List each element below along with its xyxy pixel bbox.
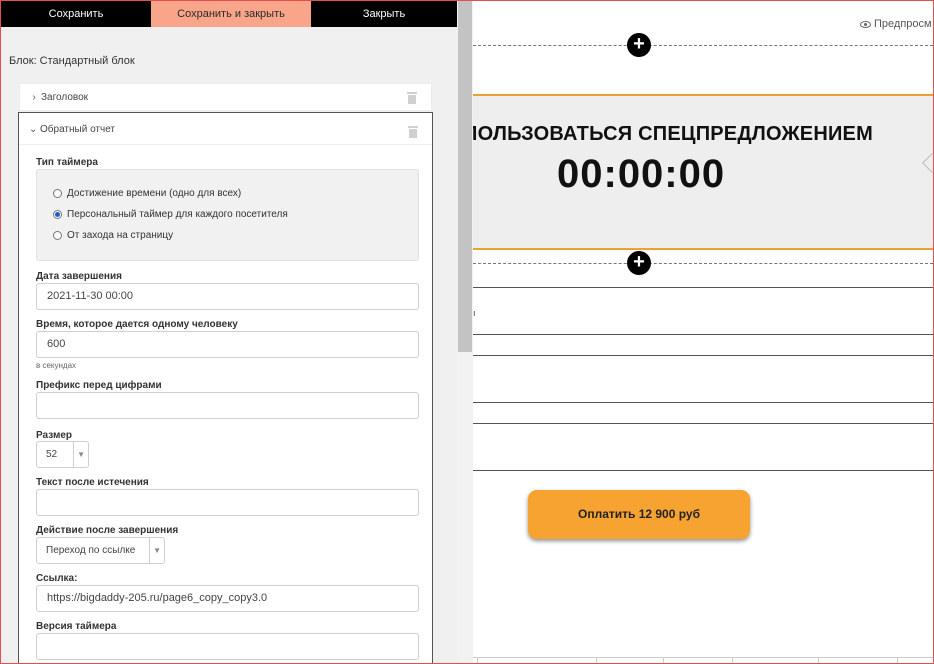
timer-type-option-fixed[interactable]: Достижение времени (одно для всех) bbox=[53, 188, 241, 199]
prefix-input[interactable] bbox=[36, 392, 419, 419]
section-heading[interactable]: › Заголовок bbox=[19, 83, 432, 111]
section-countdown-toggle[interactable]: ⌄ Обратный отчет bbox=[29, 124, 115, 135]
countdown-value: 00:00:00 bbox=[557, 152, 726, 196]
scrollbar[interactable] bbox=[457, 1, 473, 663]
size-label: Размер bbox=[36, 430, 73, 441]
pay-button[interactable]: Оплатить 12 900 руб bbox=[528, 490, 750, 539]
divider bbox=[473, 402, 933, 403]
countdown-block[interactable]: ПОЛЬЗОВАТЬСЯ СПЕЦПРЕДЛОЖЕНИЕМ 00:00:00 bbox=[473, 94, 933, 250]
timer-version-label: Версия таймера bbox=[36, 621, 117, 632]
link-input[interactable]: https://bigdaddy-205.ru/page6_copy_copy3… bbox=[36, 585, 419, 612]
divider bbox=[473, 423, 933, 424]
divider bbox=[19, 144, 432, 145]
divider bbox=[473, 470, 933, 471]
section-heading-toggle[interactable]: › Заголовок bbox=[30, 92, 88, 103]
radio-button-selected[interactable] bbox=[53, 210, 62, 219]
preview-label: Предпросм bbox=[874, 18, 932, 30]
save-and-close-button[interactable]: Сохранить и закрыть bbox=[151, 1, 311, 27]
after-action-select-value: Переход по ссылке bbox=[46, 545, 136, 556]
section-heading-label: Заголовок bbox=[41, 92, 89, 103]
prefix-label: Префикс перед цифрами bbox=[36, 380, 162, 391]
after-text-label: Текст после истечения bbox=[36, 477, 149, 488]
time-per-person-hint: в секундах bbox=[36, 361, 77, 370]
chevron-down-icon: ▼ bbox=[153, 546, 161, 555]
timer-type-group: Достижение времени (одно для всех) Персо… bbox=[36, 169, 419, 261]
section-countdown-label: Обратный отчет bbox=[40, 124, 116, 135]
chevron-down-icon: ▼ bbox=[77, 450, 85, 459]
preview-link[interactable]: Предпросм bbox=[860, 18, 932, 30]
size-select[interactable]: 52 ▼ bbox=[36, 441, 89, 468]
block-boundary bbox=[473, 263, 933, 264]
block-boundary bbox=[473, 45, 933, 46]
end-date-input[interactable]: 2021-11-30 00:00 bbox=[36, 283, 419, 310]
end-date-label: Дата завершения bbox=[36, 271, 122, 282]
timer-type-option-label: Персональный таймер для каждого посетите… bbox=[67, 209, 288, 220]
trash-icon[interactable] bbox=[407, 92, 417, 104]
radio-button[interactable] bbox=[53, 231, 62, 240]
divider bbox=[473, 334, 933, 335]
timer-type-option-label: Достижение времени (одно для всех) bbox=[67, 188, 242, 199]
add-block-icon[interactable]: + bbox=[627, 251, 651, 275]
radio-button[interactable] bbox=[53, 189, 62, 198]
close-button[interactable]: Закрыть bbox=[311, 1, 457, 27]
eye-icon bbox=[860, 20, 871, 28]
timer-version-input[interactable] bbox=[36, 633, 419, 660]
timer-type-option-label: От захода на страницу bbox=[67, 230, 174, 241]
timer-type-option-on-visit[interactable]: От захода на страницу bbox=[53, 230, 173, 241]
divider bbox=[473, 287, 933, 288]
section-countdown: ⌄ Обратный отчет Тип таймера Достижение … bbox=[18, 112, 433, 663]
scrollbar-thumb[interactable] bbox=[458, 1, 472, 352]
editor-toolbar: Сохранить Сохранить и закрыть Закрыть bbox=[1, 1, 457, 27]
after-text-input[interactable] bbox=[36, 489, 419, 516]
add-block-icon[interactable]: + bbox=[627, 33, 651, 57]
time-per-person-label: Время, которое дается одному человеку bbox=[36, 319, 238, 330]
after-action-label: Действие после завершения bbox=[36, 525, 179, 536]
chevron-right-icon: › bbox=[32, 92, 36, 103]
timer-type-label: Тип таймера bbox=[36, 157, 98, 168]
clipped-text: ı bbox=[473, 308, 476, 318]
editor-panel: Сохранить Сохранить и закрыть Закрыть Бл… bbox=[1, 1, 457, 663]
divider bbox=[473, 355, 933, 356]
trash-icon[interactable] bbox=[408, 126, 418, 138]
countdown-title: ПОЛЬЗОВАТЬСЯ СПЕЦПРЕДЛОЖЕНИЕМ bbox=[473, 123, 873, 145]
bottom-strip bbox=[473, 657, 933, 663]
time-per-person-input[interactable]: 600 bbox=[36, 331, 419, 358]
size-select-value: 52 bbox=[46, 449, 58, 460]
save-button[interactable]: Сохранить bbox=[1, 1, 151, 27]
chevron-left-icon[interactable] bbox=[922, 153, 933, 173]
timer-type-option-personal[interactable]: Персональный таймер для каждого посетите… bbox=[53, 209, 288, 220]
link-label: Ссылка: bbox=[36, 573, 78, 584]
chevron-down-icon: ⌄ bbox=[29, 124, 38, 135]
after-action-select[interactable]: Переход по ссылке ▼ bbox=[36, 537, 165, 564]
page-preview: Предпросм + ПОЛЬЗОВАТЬСЯ СПЕЦПРЕДЛОЖЕНИЕ… bbox=[473, 1, 933, 663]
block-title: Блок: Стандартный блок bbox=[9, 55, 135, 67]
